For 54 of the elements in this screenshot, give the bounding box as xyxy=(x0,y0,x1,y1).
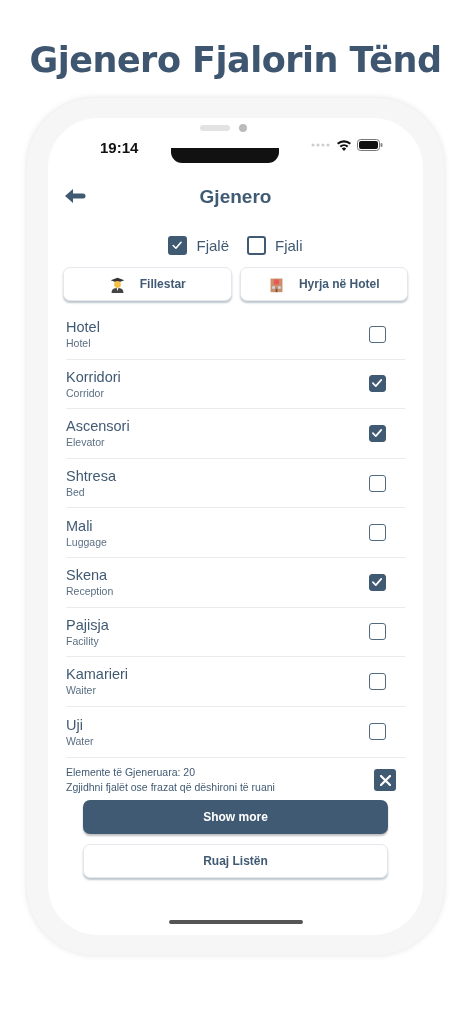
translation-text: Hotel xyxy=(66,337,92,350)
category-button[interactable]: Hyrja në Hotel xyxy=(239,267,408,301)
checkbox[interactable] xyxy=(369,375,386,393)
translation-text: Elevator xyxy=(66,436,106,449)
word-text: Ascensori xyxy=(66,418,130,435)
wifi-icon xyxy=(336,139,352,151)
word-row[interactable]: Pajisja Facility xyxy=(66,607,405,658)
checkbox[interactable] xyxy=(369,474,386,492)
page-headline: Gjenero Fjalorin Tënd xyxy=(29,40,442,80)
battery-icon xyxy=(357,139,383,151)
word-row[interactable]: Kamarieri Waiter xyxy=(66,657,405,707)
hint-text: Zgjidhni fjalët ose frazat që dëshironi të ruani xyxy=(66,781,275,793)
checkbox[interactable] xyxy=(369,672,386,690)
word-row[interactable]: Ascensori Elevator xyxy=(66,409,405,459)
filter-checkbox[interactable]: Fjalë xyxy=(168,235,229,255)
category-button[interactable]: Fillestar xyxy=(63,267,232,301)
word-text: Skena xyxy=(66,567,109,584)
word-row[interactable]: Uji Water xyxy=(66,706,405,757)
close-icon xyxy=(379,774,391,786)
save-list-button[interactable]: Ruaj Listën xyxy=(83,844,388,878)
show-more-button[interactable]: Show more xyxy=(83,800,388,834)
word-text: Kamarieri xyxy=(66,666,129,683)
word-row[interactable]: Korridori Corridor xyxy=(66,359,405,410)
translation-text: Water xyxy=(66,734,94,747)
back-arrow-icon[interactable] xyxy=(64,188,86,204)
signal-icon xyxy=(311,143,331,147)
close-button[interactable] xyxy=(374,769,396,791)
word-text: Mali xyxy=(66,517,94,534)
translation-text: Reception xyxy=(66,585,114,598)
checkbox[interactable] xyxy=(369,623,386,641)
word-row[interactable]: Shtresa Bed xyxy=(66,458,405,509)
checkbox[interactable] xyxy=(369,723,386,741)
word-text: Shtresa xyxy=(66,468,116,485)
translation-text: Facility xyxy=(66,634,100,647)
translation-text: Bed xyxy=(66,486,86,499)
word-row[interactable]: Hotel Hotel xyxy=(66,310,405,360)
status-time: 19:14 xyxy=(100,139,139,156)
translation-text: Waiter xyxy=(66,684,97,697)
word-text: Hotel xyxy=(66,319,100,336)
checkbox[interactable] xyxy=(369,425,386,442)
filter-checkbox[interactable]: Fjali xyxy=(247,235,303,255)
translation-text: Corridor xyxy=(66,386,105,399)
word-row[interactable]: Skena Reception xyxy=(66,557,405,608)
word-row[interactable]: Mali Luggage xyxy=(66,508,405,558)
word-text: Pajisja xyxy=(66,616,109,633)
word-text: Korridori xyxy=(66,368,121,385)
translation-text: Luggage xyxy=(66,535,107,548)
word-text: Uji xyxy=(66,716,84,733)
generated-count: Elemente të Gjeneruara: 20 xyxy=(66,766,196,778)
screen-title: Gjenero xyxy=(199,186,272,208)
checkbox[interactable] xyxy=(369,325,386,343)
checkbox[interactable] xyxy=(369,573,386,591)
checkbox[interactable] xyxy=(369,524,386,542)
student-icon xyxy=(108,275,126,293)
